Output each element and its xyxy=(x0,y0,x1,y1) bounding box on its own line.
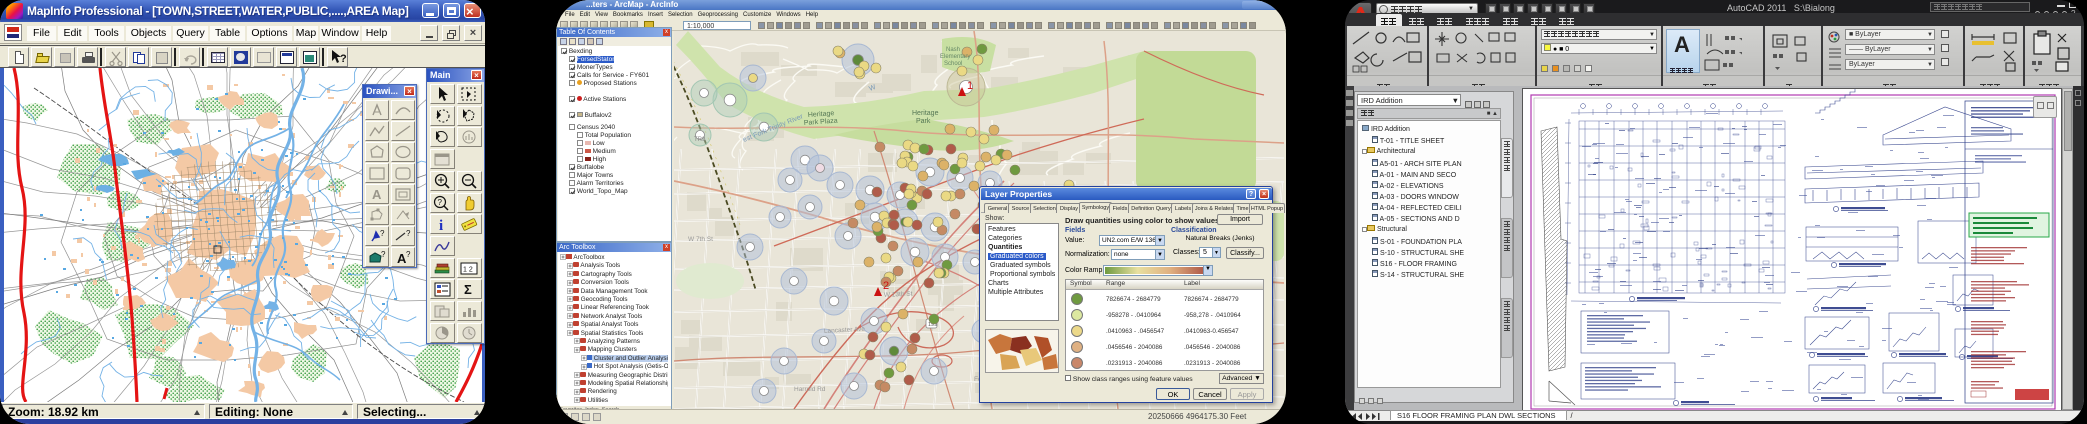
svg-text:?: ? xyxy=(438,198,443,207)
svg-text:A: A xyxy=(372,187,382,202)
svg-text:i: i xyxy=(439,218,443,233)
svg-text:?: ? xyxy=(406,229,411,238)
svg-text:2: 2 xyxy=(883,280,889,292)
svg-text:Elementary: Elementary xyxy=(940,54,970,60)
svg-text:School: School xyxy=(944,61,962,67)
svg-text:?: ? xyxy=(406,250,411,259)
svg-text:Heritage: Heritage xyxy=(912,110,939,117)
svg-text:Harrold Rd: Harrold Rd xyxy=(794,386,826,393)
svg-text:TR9: TR9 xyxy=(694,137,706,143)
svg-text:1 2: 1 2 xyxy=(463,266,473,273)
svg-text:Σ: Σ xyxy=(464,282,472,297)
svg-text:?: ? xyxy=(380,229,385,238)
svg-text:Nash: Nash xyxy=(946,47,960,53)
svg-text:Park: Park xyxy=(916,118,931,125)
svg-text:?: ? xyxy=(340,53,347,65)
svg-text:1: 1 xyxy=(967,80,973,92)
svg-text:W 7th St: W 7th St xyxy=(688,236,713,243)
svg-text:?: ? xyxy=(381,250,386,259)
